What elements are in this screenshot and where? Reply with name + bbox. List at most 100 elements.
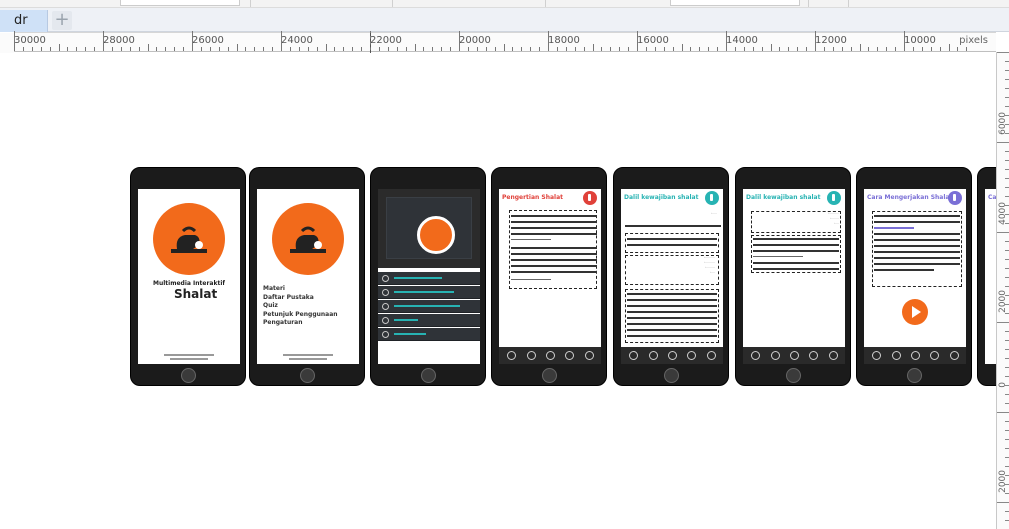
drawer-row[interactable] (378, 314, 480, 327)
menu-item-materi[interactable]: Materi (263, 285, 338, 294)
screen-header: Cara Mengerjakan Shalat (864, 189, 966, 208)
ruler-tick (726, 31, 727, 51)
divider (164, 354, 214, 356)
phone-mockup-splash[interactable]: Multimedia Interaktif Shalat (130, 167, 246, 386)
drawer-row[interactable] (378, 286, 480, 299)
toolbar-strip (0, 0, 1009, 8)
nav-icon[interactable] (585, 351, 594, 360)
ruler-position-marker (370, 33, 371, 53)
nav-icon[interactable] (872, 351, 881, 360)
ruler-tick (850, 47, 852, 51)
vruler-tick (1005, 277, 1009, 278)
nav-icon[interactable] (790, 351, 799, 360)
ruler-tick (183, 47, 185, 51)
ruler-tick (610, 47, 612, 51)
horizontal-ruler[interactable]: 30000 28000 26000 24000 22000 20000 1800… (0, 31, 996, 53)
ruler-tick (441, 47, 443, 51)
ruler-tick (717, 47, 719, 51)
main-menu: Materi Daftar Pustaka Quiz Petunjuk Peng… (263, 285, 338, 328)
ruler-label: 12000 (815, 35, 847, 46)
home-button (664, 368, 679, 383)
phone-mockup-dalil-2[interactable]: Dalil kewajiban shalat ۛ ۛ ۛ ۛ ۛ ۛ ۛ ۛ ۛ… (735, 167, 851, 386)
phone-mockup-partial[interactable]: Ca (977, 167, 996, 386)
document-tab[interactable]: dr (0, 10, 48, 32)
ruler-tick (948, 44, 950, 51)
app-title: Multimedia Interaktif (152, 280, 225, 287)
menu-item-petunjuk[interactable]: Petunjuk Penggunaan (263, 311, 338, 320)
nav-icon[interactable] (771, 351, 780, 360)
ruler-unit: pixels (959, 35, 988, 46)
nav-icon[interactable] (546, 351, 555, 360)
drawer-row[interactable] (378, 328, 480, 341)
info-icon[interactable] (827, 191, 841, 205)
ruler-tick (904, 31, 905, 51)
ruler-tick (58, 44, 60, 51)
vruler-tick (1005, 340, 1009, 341)
vruler-tick (1005, 268, 1009, 269)
drawer-row[interactable] (378, 300, 480, 313)
nav-icon[interactable] (668, 351, 677, 360)
nav-icon[interactable] (950, 351, 959, 360)
ruler-tick (761, 47, 763, 51)
phone-mockup-menu[interactable]: Materi Daftar Pustaka Quiz Petunjuk Peng… (249, 167, 365, 386)
width-field[interactable] (120, 0, 240, 6)
menu-item-daftar-pustaka[interactable]: Daftar Pustaka (263, 294, 338, 303)
info-icon[interactable] (705, 191, 719, 205)
vruler-label: 2000 (998, 470, 1008, 493)
ruler-tick (654, 47, 656, 51)
drawer-row[interactable] (378, 272, 480, 285)
ruler-label: 18000 (548, 35, 580, 46)
ruler-tick (423, 47, 425, 51)
ruler-label: 16000 (637, 35, 669, 46)
screen-title: Dalil kewajiban shalat (624, 194, 699, 201)
nav-icon[interactable] (829, 351, 838, 360)
ruler-tick (966, 47, 968, 51)
design-canvas[interactable]: Multimedia Interaktif Shalat Materi Daft… (14, 53, 996, 529)
nav-icon[interactable] (649, 351, 658, 360)
nav-icon[interactable] (565, 351, 574, 360)
vruler-tick (1005, 430, 1009, 431)
vruler-tick (1005, 349, 1009, 350)
play-icon[interactable] (902, 299, 928, 325)
nav-icon[interactable] (892, 351, 901, 360)
info-icon[interactable] (948, 191, 962, 205)
phone-mockup-cara[interactable]: Cara Mengerjakan Shalat (856, 167, 972, 386)
menu-item-quiz[interactable]: Quiz (263, 302, 338, 311)
nav-icon[interactable] (930, 351, 939, 360)
nav-icon[interactable] (507, 351, 516, 360)
ruler-label: 30000 (14, 35, 46, 46)
menu-item-pengaturan[interactable]: Pengaturan (263, 319, 338, 328)
ruler-tick (40, 47, 42, 51)
vruler-tick (1005, 70, 1009, 71)
ruler-tick (227, 47, 229, 51)
add-tab-button[interactable]: + (52, 11, 72, 30)
vruler-tick (1005, 115, 1009, 116)
screen-header: Pengertian Shalat (499, 189, 601, 208)
ruler-tick (281, 31, 282, 51)
bottom-nav (621, 347, 723, 364)
vruler-tick (1005, 394, 1009, 395)
ruler-tick (619, 47, 621, 51)
ruler-tick (138, 47, 140, 51)
phone-mockup-dalil-1[interactable]: Dalil kewajiban shalat ۛ ۛ ۛ ۛ ۛ ۛ ۛ ۛ ۛ… (613, 167, 729, 386)
nav-icon[interactable] (751, 351, 760, 360)
info-icon[interactable] (583, 191, 597, 205)
ruler-tick (485, 47, 487, 51)
nav-icon[interactable] (527, 351, 536, 360)
vertical-ruler[interactable]: 6000 4000 2000 0 2000 (996, 52, 1009, 529)
nav-icon[interactable] (911, 351, 920, 360)
phone-screen: Dalil kewajiban shalat ۛ ۛ ۛ ۛ ۛ ۛ ۛ ۛ ۛ… (743, 189, 845, 364)
nav-icon[interactable] (629, 351, 638, 360)
nav-icon[interactable] (809, 351, 818, 360)
phone-mockup-pengertian[interactable]: Pengertian Shalat (491, 167, 607, 386)
vruler-tick (1005, 160, 1009, 161)
phone-mockup-drawer[interactable] (370, 167, 486, 386)
ruler-tick (788, 47, 790, 51)
ruler-tick (637, 31, 638, 51)
nav-icon[interactable] (707, 351, 716, 360)
ruler-tick (503, 44, 505, 51)
prayer-logo (153, 203, 225, 275)
height-field[interactable] (670, 0, 800, 6)
home-button (181, 368, 196, 383)
nav-icon[interactable] (687, 351, 696, 360)
